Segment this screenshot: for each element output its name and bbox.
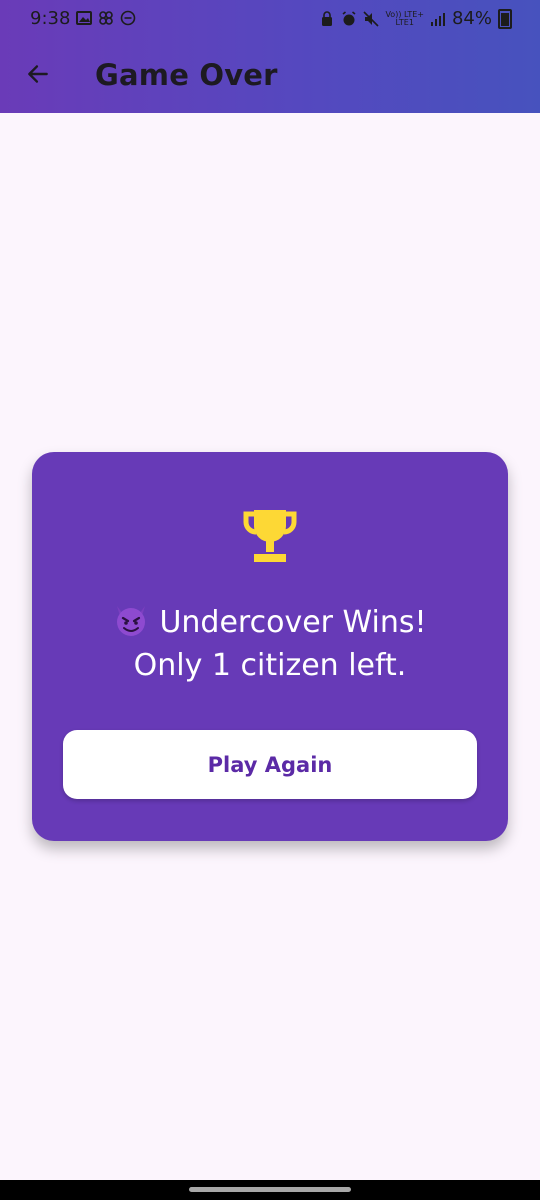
gallery-icon xyxy=(76,11,92,25)
system-nav-bar xyxy=(0,1180,540,1200)
play-again-button[interactable]: Play Again xyxy=(63,730,477,799)
trophy-icon xyxy=(243,510,297,562)
network-bottom: LTE1 xyxy=(395,17,414,27)
alarm-icon xyxy=(342,10,356,25)
arrow-left-icon xyxy=(28,65,48,83)
pinwheel-icon xyxy=(99,11,113,25)
page-title: Game Over xyxy=(95,58,278,92)
top-bar: 9:38 Vo)) LTE+ LTE1 84% Game Over xyxy=(0,0,540,113)
battery-percent: 84% xyxy=(451,8,492,29)
mute-icon xyxy=(363,10,380,27)
back-button[interactable] xyxy=(18,54,58,94)
smiling-devil-emoji xyxy=(117,606,146,636)
home-gesture-handle[interactable] xyxy=(189,1187,351,1192)
network-label: Vo)) LTE+ LTE1 xyxy=(385,10,424,27)
status-time: 9:38 xyxy=(30,8,71,29)
status-bar: 9:38 Vo)) LTE+ LTE1 84% xyxy=(0,0,540,40)
do-not-disturb-icon xyxy=(120,10,136,26)
result-card: Undercover Wins! Only 1 citizen left. Pl… xyxy=(32,452,508,841)
status-left-icons xyxy=(76,10,136,26)
result-subtitle: Only 1 citizen left. xyxy=(133,648,407,683)
lock-icon xyxy=(322,10,333,26)
signal-icon xyxy=(430,12,445,26)
result-headline: Undercover Wins! xyxy=(159,605,427,640)
result-headline-row: Undercover Wins! xyxy=(32,602,508,640)
status-right-icons: Vo)) LTE+ LTE1 84% xyxy=(319,8,512,29)
app-bar: Game Over xyxy=(0,40,540,113)
battery-icon xyxy=(498,8,512,29)
